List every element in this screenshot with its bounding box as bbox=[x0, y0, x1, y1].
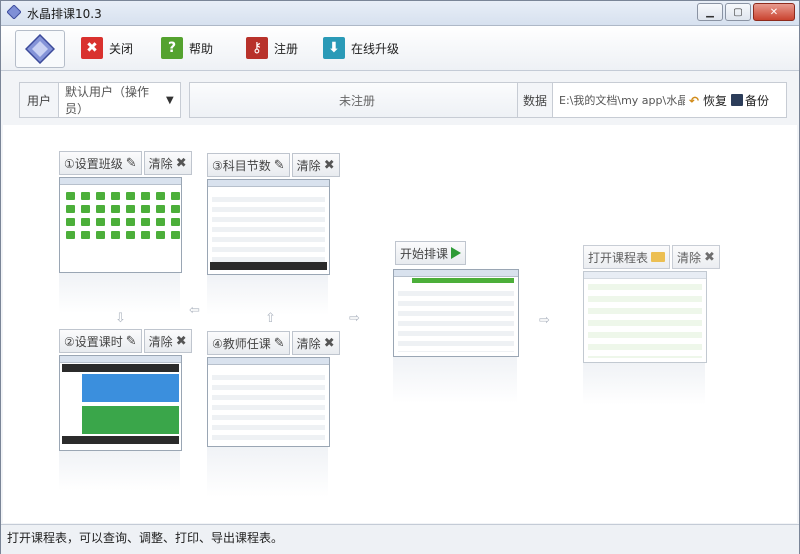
timetable-preview bbox=[583, 271, 707, 363]
backup-label: 备份 bbox=[745, 93, 770, 108]
minimize-button[interactable]: ▁ bbox=[697, 3, 723, 21]
pencil-icon: ✎ bbox=[273, 335, 285, 351]
clear-label: 清除 bbox=[148, 334, 173, 349]
x-icon: ✖ bbox=[704, 249, 715, 265]
subjects-preview bbox=[207, 179, 330, 275]
flow-arrow-icon: ⇨ bbox=[539, 313, 550, 328]
clear-timetable-button[interactable]: 清除 ✖ bbox=[672, 245, 720, 269]
app-window: 水晶排课10.3 ▁ ▢ ✕ ✖ 关闭 ? 帮助 ⚷ 注册 ⬇ 在线升级 用户 … bbox=[0, 0, 800, 554]
setup-classes-label: ①设置班级 bbox=[64, 156, 123, 171]
status-bar: 打开课程表，可以查询、调整、打印、导出课程表。 bbox=[1, 524, 799, 554]
pencil-icon: ✎ bbox=[125, 155, 137, 171]
step-1-group: ①设置班级 ✎ 清除 ✖ bbox=[59, 151, 192, 175]
upgrade-button[interactable]: ⬇ 在线升级 bbox=[323, 36, 399, 60]
window-close-button[interactable]: ✕ bbox=[753, 3, 795, 21]
open-timetable-button[interactable]: 打开课程表 bbox=[583, 245, 671, 269]
folder-icon bbox=[651, 252, 666, 262]
x-icon: ✖ bbox=[323, 157, 335, 173]
start-label: 开始排课 bbox=[400, 246, 449, 261]
save-disk-icon bbox=[731, 94, 744, 106]
close-x-icon: ✕ bbox=[769, 6, 779, 18]
flow-arrow-icon: ⇩ bbox=[115, 311, 126, 326]
clear-label: 清除 bbox=[677, 250, 702, 265]
close-label: 关闭 bbox=[109, 41, 134, 56]
step-3-group: ③科目节数 ✎ 清除 ✖ bbox=[207, 153, 340, 177]
open-group: 打开课程表 清除 ✖ bbox=[583, 245, 720, 269]
subject-periods-button[interactable]: ③科目节数 ✎ bbox=[207, 153, 290, 177]
step-2-group: ②设置课时 ✎ 清除 ✖ bbox=[59, 329, 192, 353]
start-group: 开始排课 bbox=[395, 241, 467, 265]
register-label: 注册 bbox=[274, 41, 299, 56]
setup-periods-label: ②设置课时 bbox=[64, 334, 123, 349]
backup-button[interactable]: 备份 bbox=[731, 92, 769, 109]
help-label: 帮助 bbox=[189, 41, 214, 56]
clear-subjects-button[interactable]: 清除 ✖ bbox=[291, 153, 340, 177]
user-select[interactable]: 用户 默认用户（操作员） ▼ bbox=[19, 82, 181, 118]
data-path-box: 数据 E:\我的文档\my app\水晶… ↶ 恢复 备份 bbox=[517, 82, 787, 118]
window-title: 水晶排课10.3 bbox=[27, 7, 102, 21]
open-label: 打开课程表 bbox=[588, 250, 649, 265]
pencil-icon: ✎ bbox=[125, 333, 137, 349]
key-icon: ⚷ bbox=[246, 37, 268, 59]
workflow-canvas: ①设置班级 ✎ 清除 ✖ ③科目节数 ✎ 清除 ✖ ⇦ ⇩ ⇧ ②设置课时 ✎ … bbox=[3, 125, 797, 523]
teacher-assign-button[interactable]: ④教师任课 ✎ bbox=[207, 331, 290, 355]
clear-label: 清除 bbox=[296, 158, 321, 173]
start-scheduling-button[interactable]: 开始排课 bbox=[395, 241, 467, 265]
teacher-assign-label: ④教师任课 bbox=[212, 336, 271, 351]
flow-arrow-icon: ⇨ bbox=[349, 311, 360, 326]
play-icon bbox=[451, 247, 462, 259]
register-status-button[interactable]: 未注册 bbox=[189, 82, 525, 118]
user-label: 用户 bbox=[20, 83, 59, 117]
clear-periods-button[interactable]: 清除 ✖ bbox=[143, 329, 192, 353]
minimize-icon: ▁ bbox=[706, 6, 714, 18]
download-arrow-icon: ⬇ bbox=[323, 37, 345, 59]
teachers-preview bbox=[207, 357, 330, 447]
periods-preview bbox=[59, 355, 182, 451]
scheduling-preview bbox=[393, 269, 519, 357]
data-path[interactable]: E:\我的文档\my app\水晶… bbox=[553, 92, 685, 108]
x-icon: ✖ bbox=[175, 333, 187, 349]
clear-label: 清除 bbox=[148, 156, 173, 171]
classes-preview bbox=[59, 177, 182, 273]
close-icon: ✖ bbox=[81, 37, 103, 59]
pencil-icon: ✎ bbox=[273, 157, 285, 173]
restore-label: 恢复 bbox=[703, 93, 728, 108]
crystal-logo-icon bbox=[7, 5, 21, 19]
maximize-icon: ▢ bbox=[733, 6, 743, 18]
help-icon: ? bbox=[161, 37, 183, 59]
close-button[interactable]: ✖ 关闭 bbox=[81, 36, 133, 60]
setup-classes-button[interactable]: ①设置班级 ✎ bbox=[59, 151, 142, 175]
title-bar[interactable]: 水晶排课10.3 ▁ ▢ ✕ bbox=[1, 1, 799, 26]
clear-classes-button[interactable]: 清除 ✖ bbox=[143, 151, 192, 175]
help-button[interactable]: ? 帮助 bbox=[161, 36, 213, 60]
flow-arrow-icon: ⇦ bbox=[189, 303, 200, 318]
restore-button[interactable]: ↶ 恢复 bbox=[689, 92, 727, 109]
toolbar: ✖ 关闭 ? 帮助 ⚷ 注册 ⬇ 在线升级 bbox=[1, 26, 799, 71]
clear-teachers-button[interactable]: 清除 ✖ bbox=[291, 331, 340, 355]
maximize-button[interactable]: ▢ bbox=[725, 3, 751, 21]
flow-arrow-icon: ⇧ bbox=[265, 311, 276, 326]
control-row: 用户 默认用户（操作员） ▼ 未注册 数据 E:\我的文档\my app\水晶…… bbox=[19, 82, 787, 118]
step-4-group: ④教师任课 ✎ 清除 ✖ bbox=[207, 331, 340, 355]
app-logo bbox=[15, 30, 65, 68]
status-text: 打开课程表，可以查询、调整、打印、导出课程表。 bbox=[7, 531, 284, 545]
crystal-diamond-icon bbox=[25, 34, 55, 64]
upgrade-label: 在线升级 bbox=[351, 41, 400, 56]
data-label: 数据 bbox=[518, 83, 553, 117]
user-value: 默认用户（操作员） bbox=[65, 85, 150, 116]
undo-arrow-icon: ↶ bbox=[689, 94, 700, 108]
register-button[interactable]: ⚷ 注册 bbox=[246, 36, 298, 60]
x-icon: ✖ bbox=[175, 155, 187, 171]
chevron-down-icon: ▼ bbox=[166, 94, 174, 106]
clear-label: 清除 bbox=[296, 336, 321, 351]
setup-periods-button[interactable]: ②设置课时 ✎ bbox=[59, 329, 142, 353]
x-icon: ✖ bbox=[323, 335, 335, 351]
subject-periods-label: ③科目节数 bbox=[212, 158, 271, 173]
